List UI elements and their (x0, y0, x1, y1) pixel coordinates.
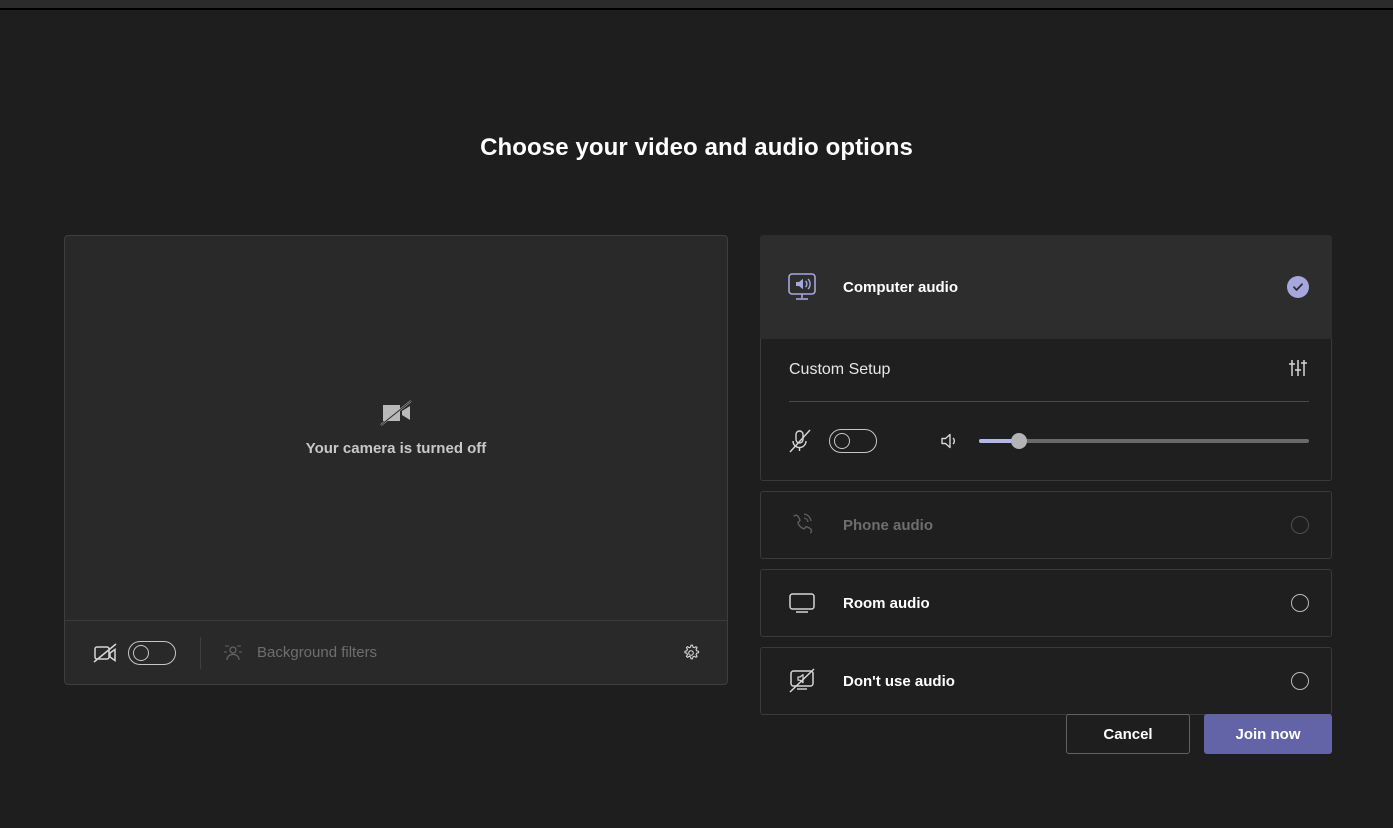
volume-slider-thumb[interactable] (1011, 433, 1027, 449)
phone-call-icon (785, 511, 819, 539)
audio-option-label: Don't use audio (843, 673, 955, 690)
audio-option-room-audio[interactable]: Room audio (760, 569, 1332, 637)
window-top-strip (0, 0, 1393, 8)
cancel-button[interactable]: Cancel (1066, 714, 1190, 754)
custom-setup-panel: Custom Setup (760, 339, 1332, 481)
join-now-button[interactable]: Join now (1204, 714, 1332, 754)
audio-option-radio[interactable] (1291, 516, 1309, 534)
prejoin-screen: Choose your video and audio options Your… (0, 10, 1393, 828)
microphone-toggle-knob (834, 433, 850, 449)
video-toolbar: Background filters (65, 620, 727, 684)
camera-status-text: Your camera is turned off (306, 440, 487, 457)
page-title: Choose your video and audio options (0, 134, 1393, 162)
camera-toggle[interactable] (128, 641, 176, 665)
mic-off-icon (789, 429, 811, 453)
audio-option-radio[interactable] (1291, 672, 1309, 690)
background-filters-button[interactable]: Background filters (223, 643, 377, 663)
audio-option-label: Computer audio (843, 279, 958, 296)
camera-off-icon (93, 643, 117, 663)
monitor-icon (785, 591, 819, 615)
footer-actions: Cancel Join now (760, 714, 1332, 754)
audio-sliders-icon (1287, 357, 1309, 379)
monitor-muted-icon (785, 668, 819, 694)
gear-icon (681, 643, 701, 663)
audio-option-computer-audio[interactable]: Computer audio (760, 235, 1332, 339)
speaker-icon (939, 431, 961, 451)
toolbar-divider (200, 637, 201, 669)
microphone-toggle[interactable] (829, 429, 877, 453)
video-settings-button[interactable] (675, 637, 707, 669)
custom-setup-header: Custom Setup (789, 339, 1309, 401)
custom-setup-title: Custom Setup (789, 361, 890, 379)
background-blur-icon (223, 643, 243, 663)
background-filters-label: Background filters (257, 644, 377, 661)
audio-option-label: Phone audio (843, 517, 933, 534)
camera-off-icon (379, 400, 413, 426)
custom-setup-controls (789, 402, 1309, 480)
audio-option-dont-use-audio[interactable]: Don't use audio (760, 647, 1332, 715)
audio-option-phone-audio[interactable]: Phone audio (760, 491, 1332, 559)
camera-toggle-knob (133, 645, 149, 661)
camera-preview-area: Your camera is turned off (65, 236, 727, 621)
audio-sliders-button[interactable] (1287, 357, 1309, 384)
audio-options-list: Computer audio Custom Setup (760, 235, 1332, 725)
audio-option-label: Room audio (843, 595, 930, 612)
computer-speaker-icon (785, 272, 819, 302)
audio-option-radio[interactable] (1291, 594, 1309, 612)
volume-slider[interactable] (979, 439, 1309, 443)
video-preview-panel: Your camera is turned off (64, 235, 728, 685)
selected-check-icon (1287, 276, 1309, 298)
